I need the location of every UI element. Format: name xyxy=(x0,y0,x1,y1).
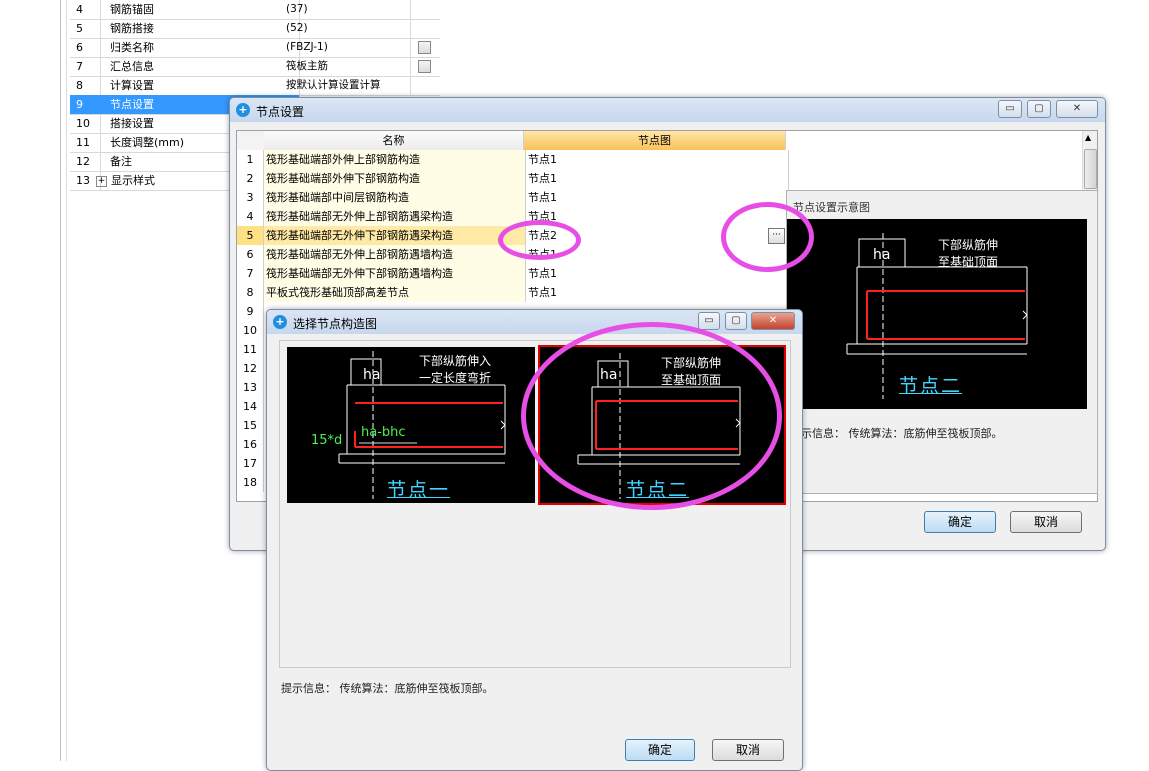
hint-text: 示信息： 传统算法：底筋伸至筏板顶部。 xyxy=(801,427,1003,440)
cancel-button[interactable]: 取消 xyxy=(712,739,784,761)
node-name: 筏形基础端部无外伸上部钢筋遇梁构造 xyxy=(264,207,526,226)
highlight-ellipse xyxy=(721,202,814,272)
node-option-1[interactable]: ha 下部纵筋伸入 一定长度弯折 ha-bhc 15*d 节点一 xyxy=(287,347,535,503)
property-value[interactable]: (52) xyxy=(284,19,411,38)
row-number: 7 xyxy=(237,264,264,283)
title-bar[interactable]: + 节点设置 ▭ ▢ ✕ xyxy=(230,98,1105,122)
row-number: 16 xyxy=(237,435,264,454)
row-number: 15 xyxy=(237,416,264,435)
property-value[interactable]: (37) xyxy=(284,0,411,19)
highlight-ellipse xyxy=(521,322,782,510)
dim-label: 15*d xyxy=(311,433,343,448)
node-label[interactable]: 节点一 xyxy=(387,475,450,502)
scrollbar[interactable]: ▲ xyxy=(1082,131,1097,191)
cancel-button[interactable]: 取消 xyxy=(1010,511,1082,533)
option1-note: 下部纵筋伸入 一定长度弯折 xyxy=(418,354,491,385)
table-row[interactable]: 4 钢筋锚固 (37) xyxy=(70,0,440,20)
minimize-button[interactable]: ▭ xyxy=(698,312,720,330)
node-name: 筏形基础端部中间层钢筋构造 xyxy=(264,188,526,207)
ok-button[interactable]: 确定 xyxy=(924,511,996,533)
row-number: 9 xyxy=(237,302,264,321)
table-row[interactable]: 8 计算设置 按默认计算设置计算 xyxy=(70,76,440,96)
row-number: 11 xyxy=(237,340,264,359)
title-bar[interactable]: + 选择节点构造图 ▭ ▢ ✕ xyxy=(267,310,802,334)
hint-text: 提示信息： 传统算法：底筋伸至筏板顶部。 xyxy=(281,682,494,695)
row-number: 13 xyxy=(237,378,264,397)
app-icon: + xyxy=(236,103,250,117)
row-number: 6 xyxy=(237,245,264,264)
group-label: 显示样式 xyxy=(111,174,155,187)
preview-panel: 节点设置示意图 ha 下部纵筋伸 至基础顶面 节点二 示信息： 传统算法：底筋伸… xyxy=(786,190,1098,494)
grid-corner xyxy=(237,131,265,151)
table-row[interactable]: 5 钢筋搭接 (52) xyxy=(70,19,440,39)
table-row[interactable]: 6 归类名称 (FBZJ-1) xyxy=(70,38,440,58)
preview-diagram: ha 下部纵筋伸 至基础顶面 节点二 xyxy=(787,219,1087,409)
expand-icon[interactable]: + xyxy=(96,175,107,187)
table-row[interactable]: 7 汇总信息 筏板主筋 xyxy=(70,57,440,77)
row-number: 2 xyxy=(237,169,264,188)
close-button[interactable]: ✕ xyxy=(1056,100,1098,118)
maximize-button[interactable]: ▢ xyxy=(1027,100,1051,118)
column-header-diagram[interactable]: 节点图 xyxy=(524,131,786,151)
ha-label: ha xyxy=(363,367,381,383)
dim-label: ha-bhc xyxy=(361,425,406,440)
scroll-up-icon[interactable]: ▲ xyxy=(1085,133,1091,142)
node-name: 筏形基础端部无外伸下部钢筋遇梁构造 xyxy=(264,226,526,245)
node-label[interactable]: 节点二 xyxy=(899,371,962,398)
row-number: 17 xyxy=(237,454,264,473)
property-value[interactable]: (FBZJ-1) xyxy=(284,38,411,57)
row-number: 12 xyxy=(237,359,264,378)
dialog-title: 节点设置 xyxy=(256,105,305,119)
node-name: 平板式筏形基础顶部高差节点 xyxy=(264,283,526,302)
preview-note: 下部纵筋伸 至基础顶面 xyxy=(937,238,998,269)
property-name: 计算设置 xyxy=(94,76,300,95)
panel-border xyxy=(60,0,61,761)
property-name: 归类名称 xyxy=(94,38,300,57)
app-icon: + xyxy=(273,315,287,329)
column-header-name[interactable]: 名称 xyxy=(264,131,524,151)
node-name: 筏形基础端部外伸上部钢筋构造 xyxy=(264,150,526,169)
row-number: 18 xyxy=(237,473,264,492)
attach-checkbox[interactable] xyxy=(418,60,431,73)
row-number: 14 xyxy=(237,397,264,416)
preview-title: 节点设置示意图 xyxy=(793,201,870,214)
node-value[interactable]: 节点1 xyxy=(526,169,789,188)
property-name: 汇总信息 xyxy=(94,57,300,76)
ha-label: ha xyxy=(873,247,891,263)
node-name: 筏形基础端部外伸下部钢筋构造 xyxy=(264,169,526,188)
property-value[interactable]: 按默认计算设置计算 xyxy=(284,76,411,95)
property-name: 钢筋锚固 xyxy=(94,0,300,19)
row-number: 1 xyxy=(237,150,264,169)
row-number: 4 xyxy=(237,207,264,226)
node-value[interactable]: 节点1 xyxy=(526,150,789,169)
ok-button[interactable]: 确定 xyxy=(625,739,695,761)
row-number: 3 xyxy=(237,188,264,207)
attach-checkbox[interactable] xyxy=(418,41,431,54)
maximize-button[interactable]: ▢ xyxy=(725,312,747,330)
node-name: 筏形基础端部无外伸下部钢筋遇墙构造 xyxy=(264,264,526,283)
property-name: 钢筋搭接 xyxy=(94,19,300,38)
highlight-ellipse xyxy=(498,220,581,260)
panel-border-inner xyxy=(66,0,67,761)
scroll-thumb[interactable] xyxy=(1084,149,1097,189)
node-value[interactable]: 节点1 xyxy=(526,283,789,302)
property-value[interactable]: 筏板主筋 xyxy=(284,57,411,76)
minimize-button[interactable]: ▭ xyxy=(998,100,1022,118)
node-name: 筏形基础端部无外伸上部钢筋遇墙构造 xyxy=(264,245,526,264)
row-number: 8 xyxy=(237,283,264,302)
close-button[interactable]: ✕ xyxy=(751,312,795,330)
dialog-title: 选择节点构造图 xyxy=(293,317,378,331)
row-number: 5 xyxy=(237,226,264,245)
row-number: 10 xyxy=(237,321,264,340)
